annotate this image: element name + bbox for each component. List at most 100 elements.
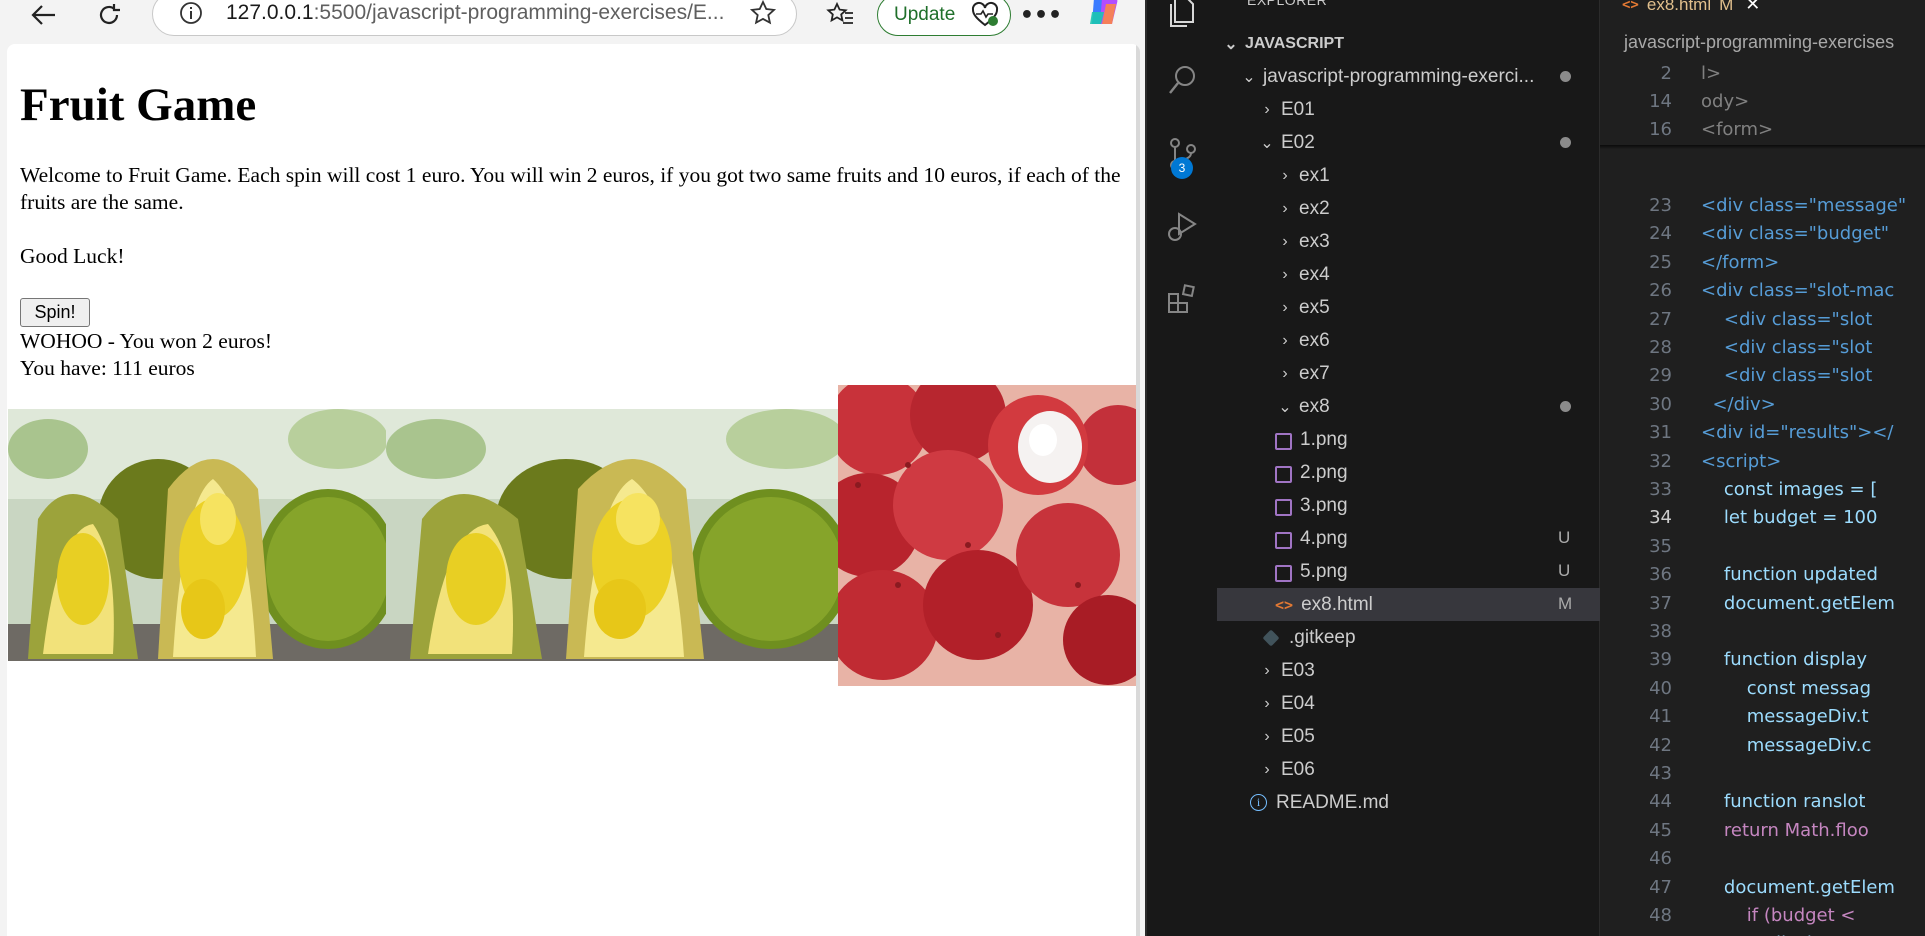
extensions-icon[interactable]: [1165, 280, 1201, 316]
tree-folder-ex6[interactable]: › ex6: [1217, 324, 1600, 357]
tree-folder-e02[interactable]: ⌄ E02: [1217, 126, 1600, 159]
tree-folder-ex3[interactable]: › ex3: [1217, 225, 1600, 258]
address-bar[interactable]: 127.0.0.1:5500/javascript-programming-ex…: [152, 0, 797, 36]
tree-folder-ex8[interactable]: ⌄ ex8: [1217, 390, 1600, 423]
good-luck-text: Good Luck!: [20, 244, 125, 268]
url-path: :5500/javascript-programming-exercises/E…: [313, 1, 725, 24]
tree-folder-e05[interactable]: › E05: [1217, 720, 1600, 753]
chevron-down-icon: ⌄: [1260, 134, 1274, 152]
line-number: 42: [1649, 735, 1672, 756]
line-number: 16: [1649, 119, 1672, 140]
code-line[interactable]: 43: [1600, 760, 1925, 788]
sticky-line[interactable]: 16 <form>: [1600, 116, 1925, 144]
tree-label: ex7: [1299, 362, 1330, 384]
tree-file-readme[interactable]: i README.md: [1217, 786, 1600, 819]
tree-label: ex4: [1299, 263, 1330, 285]
code-line[interactable]: 26 <div class="slot-mac: [1600, 277, 1925, 305]
code-line[interactable]: 32 <script>: [1600, 448, 1925, 476]
code-line[interactable]: 46: [1600, 845, 1925, 873]
favorite-star-icon[interactable]: [749, 0, 777, 31]
close-tab-icon[interactable]: ✕: [1745, 0, 1760, 15]
code-line[interactable]: 33 const images = [: [1600, 476, 1925, 504]
line-number: 27: [1649, 309, 1672, 330]
line-number: 47: [1649, 877, 1672, 898]
sticky-line[interactable]: 2 l>: [1600, 60, 1925, 88]
reload-icon[interactable]: [94, 0, 124, 30]
back-icon[interactable]: [28, 0, 60, 30]
code-text: displayM: [1701, 930, 1849, 936]
breadcrumb[interactable]: javascript-programming-exercises: [1624, 32, 1894, 53]
tree-file-1png[interactable]: 1.png: [1217, 423, 1600, 456]
code-line[interactable]: 49 displayM: [1600, 930, 1925, 936]
spin-button[interactable]: Spin!: [20, 298, 90, 327]
tree-label: .gitkeep: [1289, 626, 1356, 648]
code-line[interactable]: 23 <div class="message": [1600, 192, 1925, 220]
code-line[interactable]: 31 <div id="results"></: [1600, 419, 1925, 447]
more-menu-icon[interactable]: •••: [1020, 0, 1062, 30]
code-line[interactable]: 44 function ranslot: [1600, 788, 1925, 816]
code-line[interactable]: 42 messageDiv.c: [1600, 732, 1925, 760]
tree-folder-e04[interactable]: › E04: [1217, 687, 1600, 720]
chevron-right-icon: ›: [1282, 232, 1288, 250]
tree-file-2png[interactable]: 2.png: [1217, 456, 1600, 489]
explorer-files-icon[interactable]: [1165, 0, 1201, 30]
tree-folder-ex7[interactable]: › ex7: [1217, 357, 1600, 390]
code-line[interactable]: 40 const messag: [1600, 675, 1925, 703]
tree-label: ex1: [1299, 164, 1330, 186]
sticky-line[interactable]: 14 ody>: [1600, 88, 1925, 116]
code-line[interactable]: 48 if (budget <: [1600, 902, 1925, 930]
line-number: 23: [1649, 195, 1672, 216]
line-number: 32: [1649, 451, 1672, 472]
code-line[interactable]: 36 function updated: [1600, 561, 1925, 589]
code-line[interactable]: 47 document.getElem: [1600, 874, 1925, 902]
tree-file-gitkeep[interactable]: .gitkeep: [1217, 621, 1600, 654]
explorer-more-icon[interactable]: ···: [1561, 0, 1581, 9]
search-icon[interactable]: [1165, 62, 1201, 98]
line-number: 14: [1649, 91, 1672, 112]
chevron-down-icon: ⌄: [1278, 398, 1292, 416]
tree-file-5png[interactable]: 5.png: [1217, 555, 1600, 588]
browser-window: 127.0.0.1:5500/javascript-programming-ex…: [0, 0, 1145, 936]
tree-label: 3.png: [1300, 494, 1348, 516]
tree-folder-e01[interactable]: › E01: [1217, 93, 1600, 126]
code-line[interactable]: 35: [1600, 533, 1925, 561]
code-line[interactable]: 28 <div class="slot: [1600, 334, 1925, 362]
tree-file-ex8html[interactable]: <> ex8.html: [1217, 588, 1600, 621]
code-line[interactable]: 25 </form>: [1600, 249, 1925, 277]
code-line[interactable]: 34 let budget = 100: [1600, 504, 1925, 532]
workspace-root[interactable]: ⌄ JAVASCRIPT: [1217, 27, 1600, 60]
code-line[interactable]: 24 <div class="budget": [1600, 220, 1925, 248]
line-number: 38: [1649, 621, 1672, 642]
line-number: 49: [1600, 930, 1672, 936]
code-line[interactable]: 41 messageDiv.t: [1600, 703, 1925, 731]
code-line[interactable]: 37 document.getElem: [1600, 590, 1925, 618]
tree-folder-ex2[interactable]: › ex2: [1217, 192, 1600, 225]
tree-folder-ex1[interactable]: › ex1: [1217, 159, 1600, 192]
code-line[interactable]: 38: [1600, 618, 1925, 646]
chevron-right-icon: ›: [1264, 661, 1270, 679]
favorites-icon[interactable]: [823, 0, 857, 30]
tab-label: ex8.html: [1646, 0, 1712, 14]
code-line[interactable]: 30 </div>: [1600, 391, 1925, 419]
tree-folder-e06[interactable]: › E06: [1217, 753, 1600, 786]
tree-label: E03: [1281, 659, 1315, 681]
editor-tab-ex8html[interactable]: <> ex8.html M ✕: [1600, 0, 1770, 18]
tree-file-3png[interactable]: 3.png: [1217, 489, 1600, 522]
tree-file-4png[interactable]: 4.png: [1217, 522, 1600, 555]
code-line[interactable]: 45 return Math.floo: [1600, 817, 1925, 845]
code-line[interactable]: 27 <div class="slot: [1600, 306, 1925, 334]
tree-folder-ex5[interactable]: › ex5: [1217, 291, 1600, 324]
tree-folder-e03[interactable]: › E03: [1217, 654, 1600, 687]
tree-folder-ex4[interactable]: › ex4: [1217, 258, 1600, 291]
code-text: const images = [: [1701, 479, 1878, 500]
chevron-right-icon: ›: [1264, 760, 1270, 778]
copilot-icon[interactable]: [1086, 0, 1122, 34]
code-line[interactable]: 29 <div class="slot: [1600, 362, 1925, 390]
code-line[interactable]: 39 function display: [1600, 646, 1925, 674]
page-scrollbar[interactable]: [1136, 44, 1140, 936]
site-info-icon[interactable]: [179, 1, 203, 29]
update-button[interactable]: Update: [877, 0, 1011, 36]
tree-folder-project[interactable]: ⌄ javascript-programming-exerci...: [1217, 60, 1600, 93]
run-debug-icon[interactable]: [1165, 208, 1201, 244]
chevron-right-icon: ›: [1264, 727, 1270, 745]
